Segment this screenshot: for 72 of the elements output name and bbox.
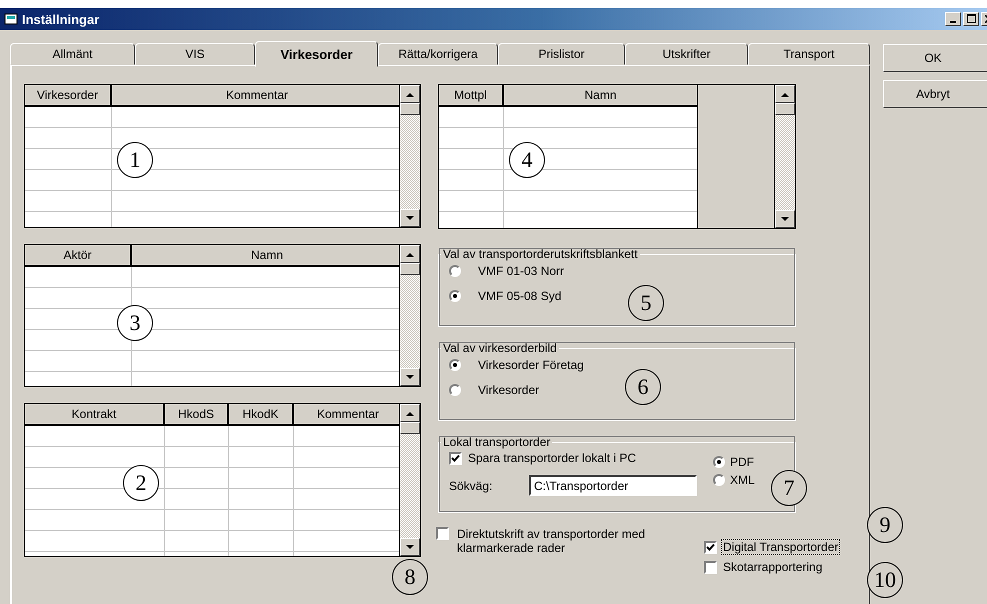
tab[interactable]: Allmänt	[10, 43, 135, 65]
scroll-down-button[interactable]	[400, 538, 420, 556]
tab[interactable]: Rätta/korrigera	[378, 43, 498, 65]
radio-label[interactable]: VMF 05-08 Syd	[478, 289, 562, 303]
scroll-down-button[interactable]	[400, 368, 420, 386]
maximize-button[interactable]	[963, 12, 979, 26]
window-icon	[4, 13, 18, 25]
checkbox-label[interactable]: Direktutskrift av transportorder med klarmarkerade rader	[457, 527, 704, 555]
minimize-button[interactable]	[945, 12, 961, 26]
scrollbar[interactable]	[399, 85, 420, 227]
down-arrow-icon	[406, 544, 414, 550]
checkbox-label[interactable]: Skotarrapportering	[721, 559, 824, 575]
down-arrow-icon	[406, 374, 414, 380]
group-label: Lokal transportorder	[442, 435, 552, 449]
up-arrow-icon	[781, 92, 789, 96]
checkbox[interactable]	[436, 527, 449, 540]
column-header[interactable]: HkodK	[229, 404, 294, 424]
scrollbar[interactable]	[399, 245, 420, 386]
scroll-down-button[interactable]	[400, 209, 420, 227]
radio-label[interactable]: Virkesorder Företag	[478, 358, 584, 372]
radio-button[interactable]	[449, 265, 461, 277]
window-title: Inställningar	[22, 12, 100, 26]
radio-button[interactable]	[713, 474, 725, 486]
up-arrow-icon	[406, 410, 414, 416]
down-arrow-icon	[781, 216, 789, 222]
radio-label[interactable]: VMF 01-03 Norr	[478, 264, 564, 278]
maximize-icon	[966, 14, 976, 23]
column-header[interactable]: Namn	[504, 85, 697, 105]
tab[interactable]: Utskrifter	[625, 43, 748, 65]
radio-label[interactable]: XML	[730, 473, 755, 487]
scroll-up-button[interactable]	[400, 404, 420, 422]
scroll-thumb[interactable]	[400, 103, 420, 115]
column-header[interactable]: Kommentar	[294, 404, 399, 424]
radio-button[interactable]	[449, 290, 461, 302]
radio-label[interactable]: PDF	[730, 455, 754, 469]
scroll-thumb[interactable]	[775, 103, 795, 115]
up-arrow-icon	[406, 252, 414, 256]
radio-button[interactable]	[449, 384, 461, 396]
down-arrow-icon	[406, 216, 414, 220]
scrollbar[interactable]	[399, 404, 420, 556]
up-arrow-icon	[406, 92, 414, 96]
column-header[interactable]: Namn	[132, 245, 399, 265]
scroll-thumb[interactable]	[400, 422, 420, 434]
column-header[interactable]: Virkesorder	[25, 85, 112, 105]
column-header[interactable]: Kontrakt	[25, 404, 165, 424]
checkbox[interactable]	[449, 452, 462, 464]
column-header[interactable]: HkodS	[165, 404, 229, 424]
column-header[interactable]: Mottpl	[439, 85, 504, 105]
radio-button[interactable]	[713, 456, 725, 468]
group-label: Val av virkesorderbild	[442, 341, 558, 355]
checkbox-label[interactable]: Spara transportorder lokalt i PC	[468, 451, 636, 465]
scroll-down-button[interactable]	[775, 210, 795, 228]
tab[interactable]: Prislistor	[498, 43, 625, 65]
group-label: Val av transportorderutskriftsblankett	[442, 247, 639, 261]
dialog-button[interactable]: Avbryt	[883, 80, 987, 108]
checkbox-label[interactable]: Digital Transportorder	[721, 539, 840, 555]
checkbox[interactable]	[704, 540, 717, 554]
path-label: Sökväg:	[449, 478, 494, 492]
scroll-up-button[interactable]	[400, 85, 420, 103]
dialog-button[interactable]: OK	[883, 44, 987, 72]
column-header[interactable]: Aktör	[25, 245, 132, 265]
tab[interactable]: Transport	[748, 43, 870, 65]
scrollbar[interactable]	[774, 85, 795, 228]
radio-button[interactable]	[449, 359, 461, 371]
path-field[interactable]: C:\Transportorder	[529, 475, 697, 496]
checkbox[interactable]	[704, 560, 717, 574]
tab[interactable]: Virkesorder	[255, 41, 378, 67]
scroll-up-button[interactable]	[400, 245, 420, 263]
scroll-up-button[interactable]	[775, 85, 795, 103]
radio-label[interactable]: Virkesorder	[478, 383, 540, 397]
scroll-thumb[interactable]	[400, 263, 420, 275]
column-header[interactable]: Kommentar	[112, 85, 399, 105]
